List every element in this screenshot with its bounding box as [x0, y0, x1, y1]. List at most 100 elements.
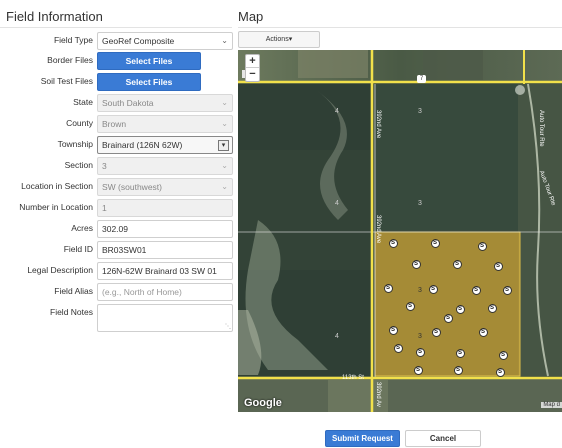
- map-title: Map: [238, 9, 264, 24]
- title-divider-right: [238, 27, 562, 28]
- cancel-button[interactable]: Cancel: [405, 430, 481, 447]
- zoom-in-button[interactable]: +: [246, 55, 259, 68]
- state-value: South Dakota: [102, 98, 154, 108]
- route-shield-icon: 7: [417, 75, 426, 83]
- sample-point-marker[interactable]: S: [452, 259, 462, 269]
- acres-row: Acres 302.09: [0, 220, 234, 238]
- state-label: State: [73, 97, 93, 107]
- county-value: Brown: [102, 119, 127, 129]
- sample-point-marker[interactable]: S: [413, 365, 423, 375]
- sample-point-marker[interactable]: S: [455, 304, 465, 314]
- caret-down-icon: ▾: [288, 36, 293, 43]
- field-notes-textarea[interactable]: ⋱: [97, 304, 233, 332]
- sample-point-marker[interactable]: S: [498, 350, 508, 360]
- chevron-down-icon: ⌄: [221, 119, 228, 128]
- field-notes-label: Field Notes: [50, 307, 93, 317]
- township-row: Township Brainard (126N 62W) ▾: [0, 136, 234, 154]
- field-type-row: Field Type GeoRef Composite ⌄: [0, 32, 234, 50]
- section-row: Section 3 ⌄: [0, 157, 234, 175]
- soil-test-files-select-button[interactable]: Select Files: [97, 73, 201, 91]
- acres-field[interactable]: 302.09: [97, 220, 233, 238]
- county-row: County Brown ⌄: [0, 115, 234, 133]
- county-select[interactable]: Brown ⌄: [97, 115, 233, 133]
- sample-point-marker[interactable]: S: [415, 347, 425, 357]
- township-value: Brainard (126N 62W): [102, 140, 183, 150]
- resize-grip-icon[interactable]: ⋱: [225, 323, 231, 330]
- chevron-down-icon: ⌄: [221, 36, 228, 45]
- field-id-field[interactable]: BR03SW01: [97, 241, 233, 259]
- section-value: 3: [102, 161, 107, 171]
- road-label-auto-tour-top: Auto Tour Rte: [538, 110, 544, 147]
- legal-description-value: 126N-62W Brainard 03 SW 01: [102, 266, 217, 276]
- title-divider-left: [0, 27, 232, 28]
- map-data-attribution[interactable]: Map d: [541, 402, 562, 408]
- field-notes-row: Field Notes ⋱: [0, 304, 234, 332]
- road-label-392nd-ave-bottom: 392nd Av: [375, 382, 381, 407]
- state-select[interactable]: South Dakota ⌄: [97, 94, 233, 112]
- chevron-down-icon: ⌄: [221, 98, 228, 107]
- section-select[interactable]: 3 ⌄: [97, 157, 233, 175]
- actions-dropdown-button[interactable]: Actions▾: [238, 31, 320, 48]
- section-number: 3: [418, 287, 422, 294]
- sample-point-marker[interactable]: S: [428, 284, 438, 294]
- sample-point-marker[interactable]: S: [478, 327, 488, 337]
- legal-description-field[interactable]: 126N-62W Brainard 03 SW 01: [97, 262, 233, 280]
- field-information-title: Field Information: [6, 9, 103, 24]
- soil-test-files-row: Soil Test Files Select Files: [0, 73, 234, 91]
- sample-point-marker[interactable]: S: [388, 325, 398, 335]
- sample-point-marker[interactable]: S: [493, 261, 503, 271]
- sample-point-marker[interactable]: S: [443, 313, 453, 323]
- sample-point-marker[interactable]: S: [455, 348, 465, 358]
- field-alias-placeholder: (e.g., North of Home): [102, 287, 182, 297]
- acres-value: 302.09: [102, 224, 128, 234]
- sample-point-marker[interactable]: S: [453, 365, 463, 375]
- section-number: 4: [335, 200, 339, 207]
- field-type-value: GeoRef Composite: [102, 36, 175, 46]
- acres-label: Acres: [71, 223, 93, 233]
- field-alias-label: Field Alias: [54, 286, 93, 296]
- number-in-location-row: Number in Location 1: [0, 199, 234, 217]
- sample-point-marker[interactable]: S: [383, 283, 393, 293]
- sample-point-marker[interactable]: S: [411, 259, 421, 269]
- field-id-label: Field ID: [63, 244, 93, 254]
- google-logo: Google: [244, 397, 282, 409]
- submit-request-button[interactable]: Submit Request: [325, 430, 400, 447]
- road-label-12: 12: [250, 74, 258, 81]
- chevron-down-icon: ⌄: [221, 182, 228, 191]
- sample-point-marker[interactable]: S: [477, 241, 487, 251]
- border-files-label: Border Files: [47, 55, 93, 65]
- road-label-392nd-ave-top: 392nd Ave: [375, 110, 381, 139]
- location-in-section-select[interactable]: SW (southwest) ⌄: [97, 178, 233, 196]
- field-type-label: Field Type: [53, 35, 93, 45]
- border-files-select-button[interactable]: Select Files: [97, 52, 201, 70]
- satellite-imagery: [238, 50, 562, 412]
- sample-point-marker[interactable]: S: [430, 238, 440, 248]
- location-in-section-value: SW (southwest): [102, 182, 162, 192]
- legal-description-label: Legal Description: [27, 265, 93, 275]
- field-alias-row: Field Alias (e.g., North of Home): [0, 283, 234, 301]
- road-label-113th-st: 113th St: [342, 375, 364, 381]
- field-id-value: BR03SW01: [102, 245, 147, 255]
- number-in-location-value: 1: [102, 203, 107, 213]
- map-canvas[interactable]: + − 12 7 392nd Ave 392nd Ave 392nd Av 11…: [238, 50, 562, 412]
- township-label: Township: [57, 139, 93, 149]
- number-in-location-field[interactable]: 1: [97, 199, 233, 217]
- sample-point-marker[interactable]: S: [405, 301, 415, 311]
- sample-point-marker[interactable]: S: [487, 303, 497, 313]
- border-files-row: Border Files Select Files: [0, 52, 234, 70]
- field-alias-field[interactable]: (e.g., North of Home): [97, 283, 233, 301]
- sample-point-marker[interactable]: S: [495, 367, 505, 377]
- section-number: 4: [335, 108, 339, 115]
- county-label: County: [66, 118, 93, 128]
- township-select[interactable]: Brainard (126N 62W) ▾: [97, 136, 233, 154]
- sample-point-marker[interactable]: S: [388, 238, 398, 248]
- sample-point-marker[interactable]: S: [502, 285, 512, 295]
- dropdown-arrow-icon: ▾: [218, 140, 229, 151]
- sample-point-marker[interactable]: S: [393, 343, 403, 353]
- field-type-select[interactable]: GeoRef Composite ⌄: [97, 32, 233, 50]
- sample-point-marker[interactable]: S: [471, 285, 481, 295]
- chevron-down-icon: ⌄: [221, 161, 228, 170]
- sample-point-marker[interactable]: S: [431, 327, 441, 337]
- location-in-section-row: Location in Section SW (southwest) ⌄: [0, 178, 234, 196]
- state-row: State South Dakota ⌄: [0, 94, 234, 112]
